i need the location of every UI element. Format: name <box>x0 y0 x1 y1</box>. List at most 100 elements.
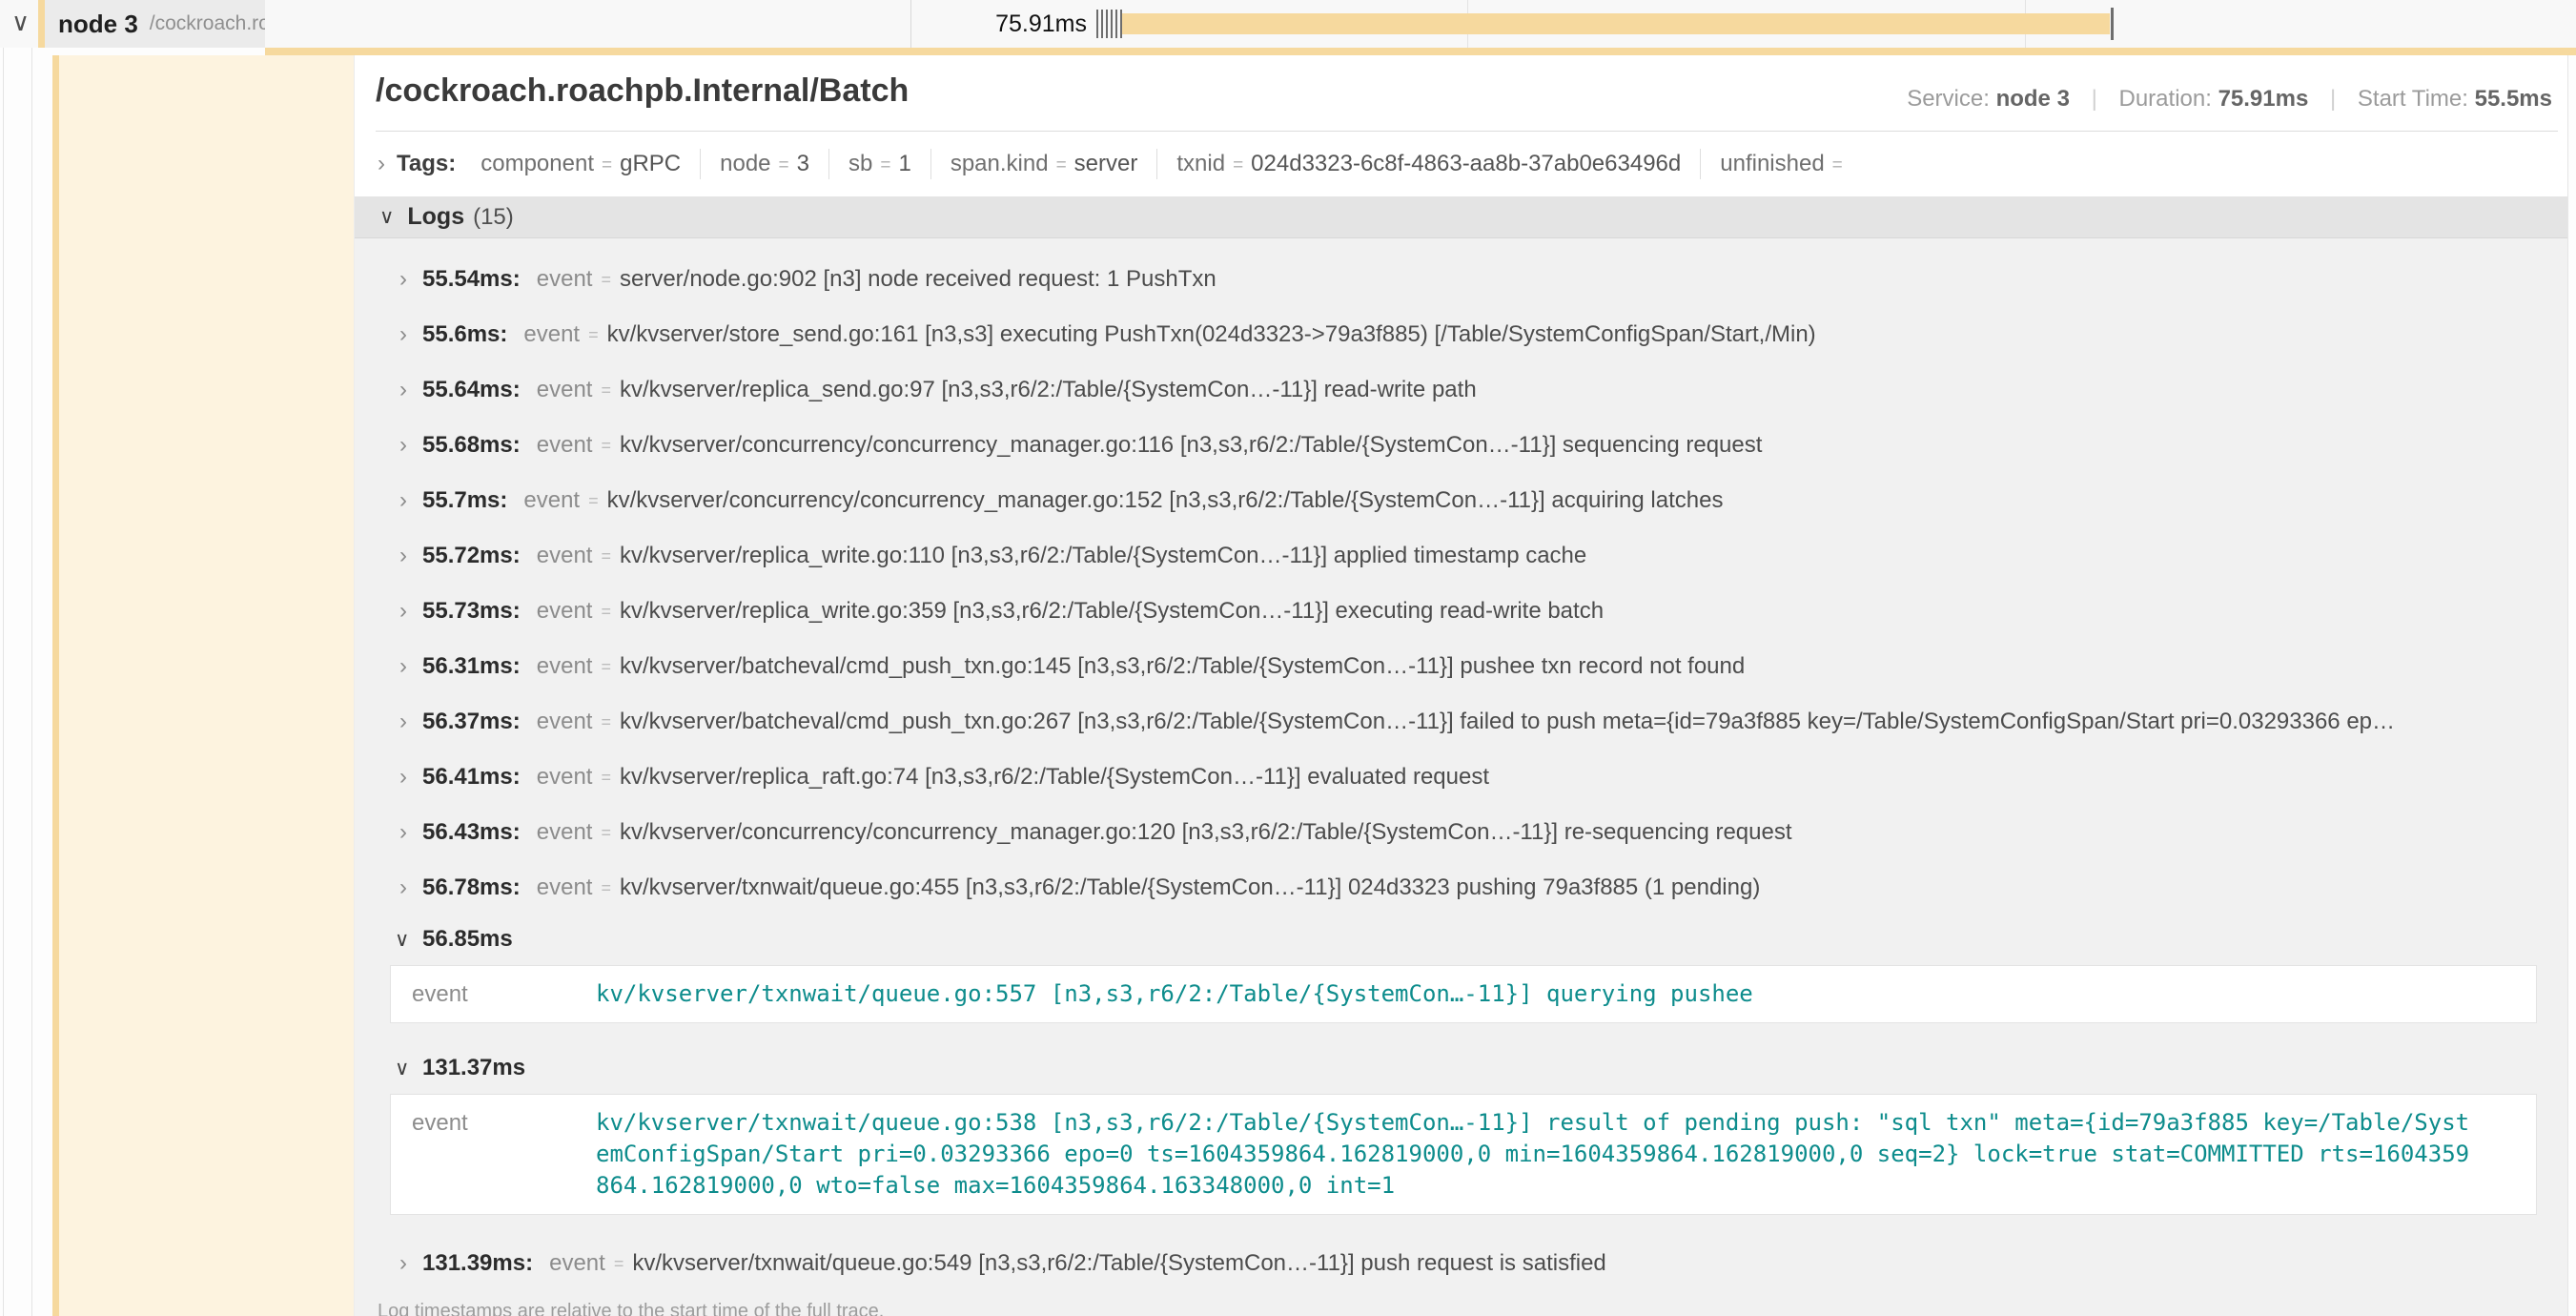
chevron-right-icon: › <box>399 874 422 901</box>
log-field-value: kv/kvserver/txnwait/queue.go:538 [n3,s3,… <box>596 1107 2473 1202</box>
start-time-label: Start Time: <box>2358 86 2468 112</box>
detail-panel-top-accent <box>265 48 2576 55</box>
meta-divider: | <box>2092 86 2097 112</box>
log-timestamp: 56.85ms <box>422 926 513 953</box>
equals-sign: = <box>1832 155 1843 175</box>
log-field-key: event <box>537 653 593 680</box>
tag-key: txnid <box>1176 151 1225 176</box>
tag-key: node <box>720 151 770 176</box>
log-row[interactable]: › 55.7ms: event = kv/kvserver/concurrenc… <box>355 473 2567 528</box>
tag-item: node = 3 <box>700 149 828 179</box>
chevron-right-icon: › <box>399 377 422 403</box>
tags-toggle[interactable]: › Tags: component=gRPC node=3 sb=1 span.… <box>355 132 2567 196</box>
log-field-value: kv/kvserver/replica_write.go:359 [n3,s3,… <box>620 598 1604 625</box>
log-row[interactable]: › 55.68ms: event = kv/kvserver/concurren… <box>355 418 2567 473</box>
log-timestamp: 55.64ms: <box>422 377 521 403</box>
log-field-value: kv/kvserver/txnwait/queue.go:549 [n3,s3,… <box>632 1250 1605 1277</box>
tag-value: 3 <box>797 151 809 176</box>
start-time-value: 55.5ms <box>2475 86 2552 112</box>
log-timestamp: 56.43ms: <box>422 819 521 846</box>
log-field-value: kv/kvserver/txnwait/queue.go:455 [n3,s3,… <box>620 874 1760 901</box>
equals-sign: = <box>601 657 611 677</box>
log-row[interactable]: › 56.37ms: event = kv/kvserver/batcheval… <box>355 694 2567 750</box>
log-field-key: event <box>537 377 593 403</box>
gutter-divider <box>31 0 32 1316</box>
tag-item: sb=1 <box>828 149 930 179</box>
log-row[interactable]: › 56.43ms: event = kv/kvserver/concurren… <box>355 805 2567 860</box>
tag-key: unfinished <box>1720 151 1824 176</box>
chevron-right-icon: › <box>399 598 422 625</box>
duration-value: 75.91ms <box>2218 86 2309 112</box>
span-detail-header: /cockroach.roachpb.Internal/Batch Servic… <box>355 55 2567 132</box>
tag-item: txnid = 024d3323-6c8f-4863-aa8b-37ab0e6349… <box>1156 149 1700 179</box>
log-row[interactable]: › 131.39ms: event = kv/kvserver/txnwait/… <box>355 1236 2567 1291</box>
logs-toggle[interactable]: ∨ Logs (15) <box>355 196 2567 238</box>
chevron-down-icon: ∨ <box>395 928 422 952</box>
equals-sign: = <box>601 546 611 566</box>
log-field-key: event <box>523 487 580 514</box>
chevron-right-icon: › <box>399 764 422 791</box>
chevron-down-icon: ∨ <box>395 1057 422 1080</box>
equals-sign: = <box>601 380 611 401</box>
log-row[interactable]: › 55.73ms: event = kv/kvserver/replica_w… <box>355 584 2567 639</box>
left-edge-divider <box>3 0 4 1316</box>
chevron-down-icon: ∨ <box>379 205 394 229</box>
chevron-right-icon: › <box>378 151 385 177</box>
log-row[interactable]: › 56.41ms: event = kv/kvserver/replica_r… <box>355 750 2567 805</box>
log-field-value: kv/kvserver/batcheval/cmd_push_txn.go:26… <box>620 709 2395 735</box>
service-label: Service: <box>1907 86 1990 112</box>
log-field-value: kv/kvserver/store_send.go:161 [n3,s3] ex… <box>607 321 1816 348</box>
log-row-expanded-toggle[interactable]: ∨ 56.85ms <box>355 915 2567 963</box>
log-field-value: kv/kvserver/replica_send.go:97 [n3,s3,r6… <box>620 377 1477 403</box>
equals-sign: = <box>602 155 612 175</box>
log-field-value: kv/kvserver/concurrency/concurrency_mana… <box>620 432 1762 459</box>
log-row[interactable]: › 55.72ms: event = kv/kvserver/replica_w… <box>355 528 2567 584</box>
log-timestamp: 55.68ms: <box>422 432 521 459</box>
tag-key: component <box>480 151 594 176</box>
duration-label: Duration: <box>2119 86 2212 112</box>
equals-sign: = <box>601 436 611 456</box>
equals-sign: = <box>601 878 611 898</box>
log-field-key: event <box>537 266 593 293</box>
collapse-children-icon[interactable]: ∨ <box>11 8 30 37</box>
log-field-key: event <box>391 1107 596 1137</box>
tag-item: component=gRPC <box>461 149 700 179</box>
log-row[interactable]: › 55.6ms: event = kv/kvserver/store_send… <box>355 307 2567 362</box>
chevron-right-icon: › <box>399 432 422 459</box>
tag-item: span.kind=server <box>930 149 1157 179</box>
equals-sign: = <box>601 823 611 843</box>
logs-footer-note: Log timestamps are relative to the start… <box>355 1291 2567 1316</box>
chevron-right-icon: › <box>399 321 422 348</box>
span-operation-name: /cockroach.roach… <box>150 12 265 35</box>
logs-section: ∨ Logs (15) › 55.54ms: event = server/no… <box>355 196 2567 1316</box>
tag-value: server <box>1074 151 1138 176</box>
span-duration-label: 75.91ms <box>995 10 1087 38</box>
log-timestamp: 56.37ms: <box>422 709 521 735</box>
log-field-value: kv/kvserver/txnwait/queue.go:557 [n3,s3,… <box>596 978 2473 1010</box>
log-timestamp: 56.78ms: <box>422 874 521 901</box>
log-row[interactable]: › 55.64ms: event = kv/kvserver/replica_s… <box>355 362 2567 418</box>
selected-row-highlight <box>59 55 354 1316</box>
log-field-key: event <box>549 1250 605 1277</box>
span-detail-panel: /cockroach.roachpb.Internal/Batch Servic… <box>354 55 2568 1316</box>
equals-sign: = <box>779 155 789 175</box>
log-row[interactable]: › 55.54ms: event = server/node.go:902 [n… <box>355 252 2567 307</box>
log-timestamp: 56.31ms: <box>422 653 521 680</box>
log-row[interactable]: › 56.31ms: event = kv/kvserver/batcheval… <box>355 639 2567 694</box>
chevron-right-icon: › <box>399 266 422 293</box>
equals-sign: = <box>601 712 611 732</box>
trace-span-detail-view: ∨ node 3 /cockroach.roach… 75.91ms /cock… <box>0 0 2576 1316</box>
log-row-expanded-toggle[interactable]: ∨ 131.37ms <box>355 1044 2567 1092</box>
span-duration-bar[interactable] <box>1122 13 2110 34</box>
span-bar-end-marker <box>2111 8 2114 40</box>
log-field-value: kv/kvserver/replica_write.go:110 [n3,s3,… <box>620 543 1586 569</box>
tag-value: 1 <box>898 151 910 176</box>
equals-sign: = <box>1233 155 1243 175</box>
tag-value: 024d3323-6c8f-4863-aa8b-37ab0e63496d <box>1251 151 1681 176</box>
log-row[interactable]: › 56.78ms: event = kv/kvserver/txnwait/q… <box>355 860 2567 915</box>
logs-count: (15) <box>473 204 514 231</box>
chevron-right-icon: › <box>399 543 422 569</box>
log-field-key: event <box>537 598 593 625</box>
span-name-tab[interactable]: node 3 /cockroach.roach… <box>38 0 265 48</box>
equals-sign: = <box>601 602 611 622</box>
